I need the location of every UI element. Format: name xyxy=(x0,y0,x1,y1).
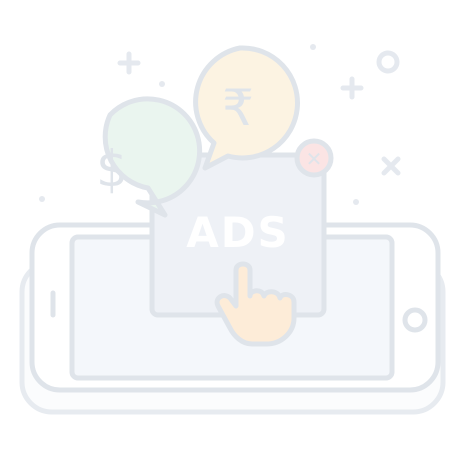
dot-sparkle-icon xyxy=(159,81,165,87)
rupee-bubble: ₹ xyxy=(193,45,300,171)
dot-sparkle-icon xyxy=(310,44,316,50)
dot-sparkle-icon xyxy=(39,196,45,202)
cross-sparkle-icon xyxy=(381,156,401,176)
dollar-icon: $ xyxy=(96,140,128,198)
close-icon: ✕ xyxy=(306,147,323,171)
ads-phone-illustration: ADS $ ₹ ✕ xyxy=(19,44,446,415)
plus-sparkle-icon xyxy=(117,51,141,75)
close-badge: ✕ xyxy=(294,138,334,178)
ring-sparkle-icon xyxy=(376,50,400,74)
plus-sparkle-icon xyxy=(340,76,364,100)
dot-sparkle-icon xyxy=(353,199,359,205)
rupee-icon: ₹ xyxy=(222,79,254,137)
ads-label: ADS xyxy=(186,208,290,257)
